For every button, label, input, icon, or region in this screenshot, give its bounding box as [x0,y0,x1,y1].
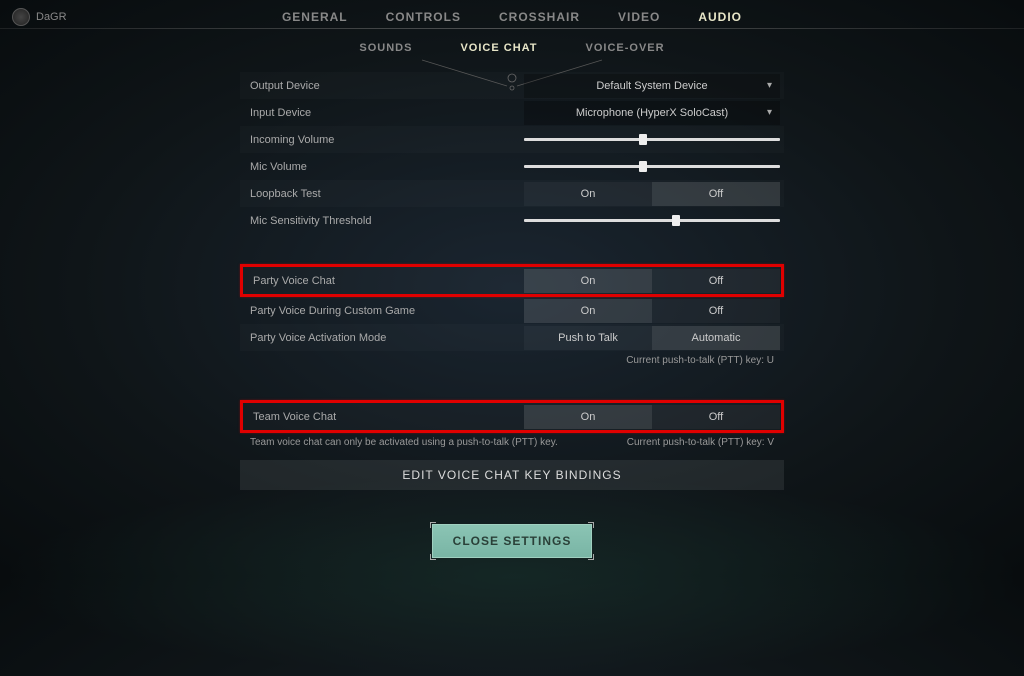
toggle-team-voice-off[interactable]: Off [652,405,780,429]
slider-incoming-volume[interactable] [524,138,780,141]
row-loopback: Loopback Test On Off [240,180,784,207]
label-party-mode: Party Voice Activation Mode [240,332,520,344]
toggle-loopback: On Off [524,182,780,206]
info-ptt-team: Current push-to-talk (PTT) key: V [627,433,784,452]
toggle-loopback-off[interactable]: Off [652,182,780,206]
toggle-party-voice-off[interactable]: Off [652,269,780,293]
edit-bindings-button[interactable]: EDIT VOICE CHAT KEY BINDINGS [240,460,784,490]
label-team-voice: Team Voice Chat [243,411,523,423]
row-incoming-volume: Incoming Volume [240,126,784,153]
row-team-voice: Team Voice Chat On Off [243,403,781,430]
toggle-party-mode-ptt[interactable]: Push to Talk [524,326,652,350]
tab-audio[interactable]: AUDIO [698,10,742,24]
divider [0,28,1024,29]
row-party-voice: Party Voice Chat On Off [243,267,781,294]
row-party-mode: Party Voice Activation Mode Push to Talk… [240,324,784,351]
info-team-note: Team voice chat can only be activated us… [240,433,558,452]
row-mic-threshold: Mic Sensitivity Threshold [240,207,784,234]
close-settings-label: CLOSE SETTINGS [453,534,572,548]
slider-mic-volume[interactable] [524,165,780,168]
toggle-party-custom-off[interactable]: Off [652,299,780,323]
tab-video[interactable]: VIDEO [618,10,660,24]
toggle-party-voice: On Off [524,269,780,293]
label-mic-threshold: Mic Sensitivity Threshold [240,215,520,227]
highlight-team-voice: Team Voice Chat On Off [240,400,784,433]
tab-crosshair[interactable]: CROSSHAIR [499,10,580,24]
toggle-team-voice: On Off [524,405,780,429]
row-mic-volume: Mic Volume [240,153,784,180]
label-mic-volume: Mic Volume [240,161,520,173]
row-output-device: Output Device Default System Device [240,72,784,99]
toggle-party-mode: Push to Talk Automatic [524,326,780,350]
toggle-party-voice-on[interactable]: On [524,269,652,293]
tab-general[interactable]: GENERAL [282,10,348,24]
label-loopback: Loopback Test [240,188,520,200]
dropdown-output-device[interactable]: Default System Device [524,74,780,98]
dropdown-input-device[interactable]: Microphone (HyperX SoloCast) [524,101,780,125]
label-output-device: Output Device [240,80,520,92]
subtab-voice-chat[interactable]: VOICE CHAT [460,42,537,54]
toggle-party-custom: On Off [524,299,780,323]
close-settings-button[interactable]: CLOSE SETTINGS [432,524,592,558]
toggle-team-voice-on[interactable]: On [524,405,652,429]
label-party-custom: Party Voice During Custom Game [240,305,520,317]
label-input-device: Input Device [240,107,520,119]
settings-content: Output Device Default System Device Inpu… [240,72,784,490]
highlight-party-voice: Party Voice Chat On Off [240,264,784,297]
info-ptt-party: Current push-to-talk (PTT) key: U [240,351,784,370]
label-incoming-volume: Incoming Volume [240,134,520,146]
row-input-device: Input Device Microphone (HyperX SoloCast… [240,99,784,126]
toggle-party-mode-auto[interactable]: Automatic [652,326,780,350]
tabs-sub: SOUNDS VOICE CHAT VOICE-OVER [0,42,1024,54]
row-party-custom: Party Voice During Custom Game On Off [240,297,784,324]
tabs-main: GENERAL CONTROLS CROSSHAIR VIDEO AUDIO [0,10,1024,24]
subtab-voice-over[interactable]: VOICE-OVER [586,42,665,54]
slider-mic-threshold[interactable] [524,219,780,222]
label-party-voice: Party Voice Chat [243,275,523,287]
toggle-party-custom-on[interactable]: On [524,299,652,323]
tab-controls[interactable]: CONTROLS [386,10,461,24]
subtab-sounds[interactable]: SOUNDS [359,42,412,54]
toggle-loopback-on[interactable]: On [524,182,652,206]
